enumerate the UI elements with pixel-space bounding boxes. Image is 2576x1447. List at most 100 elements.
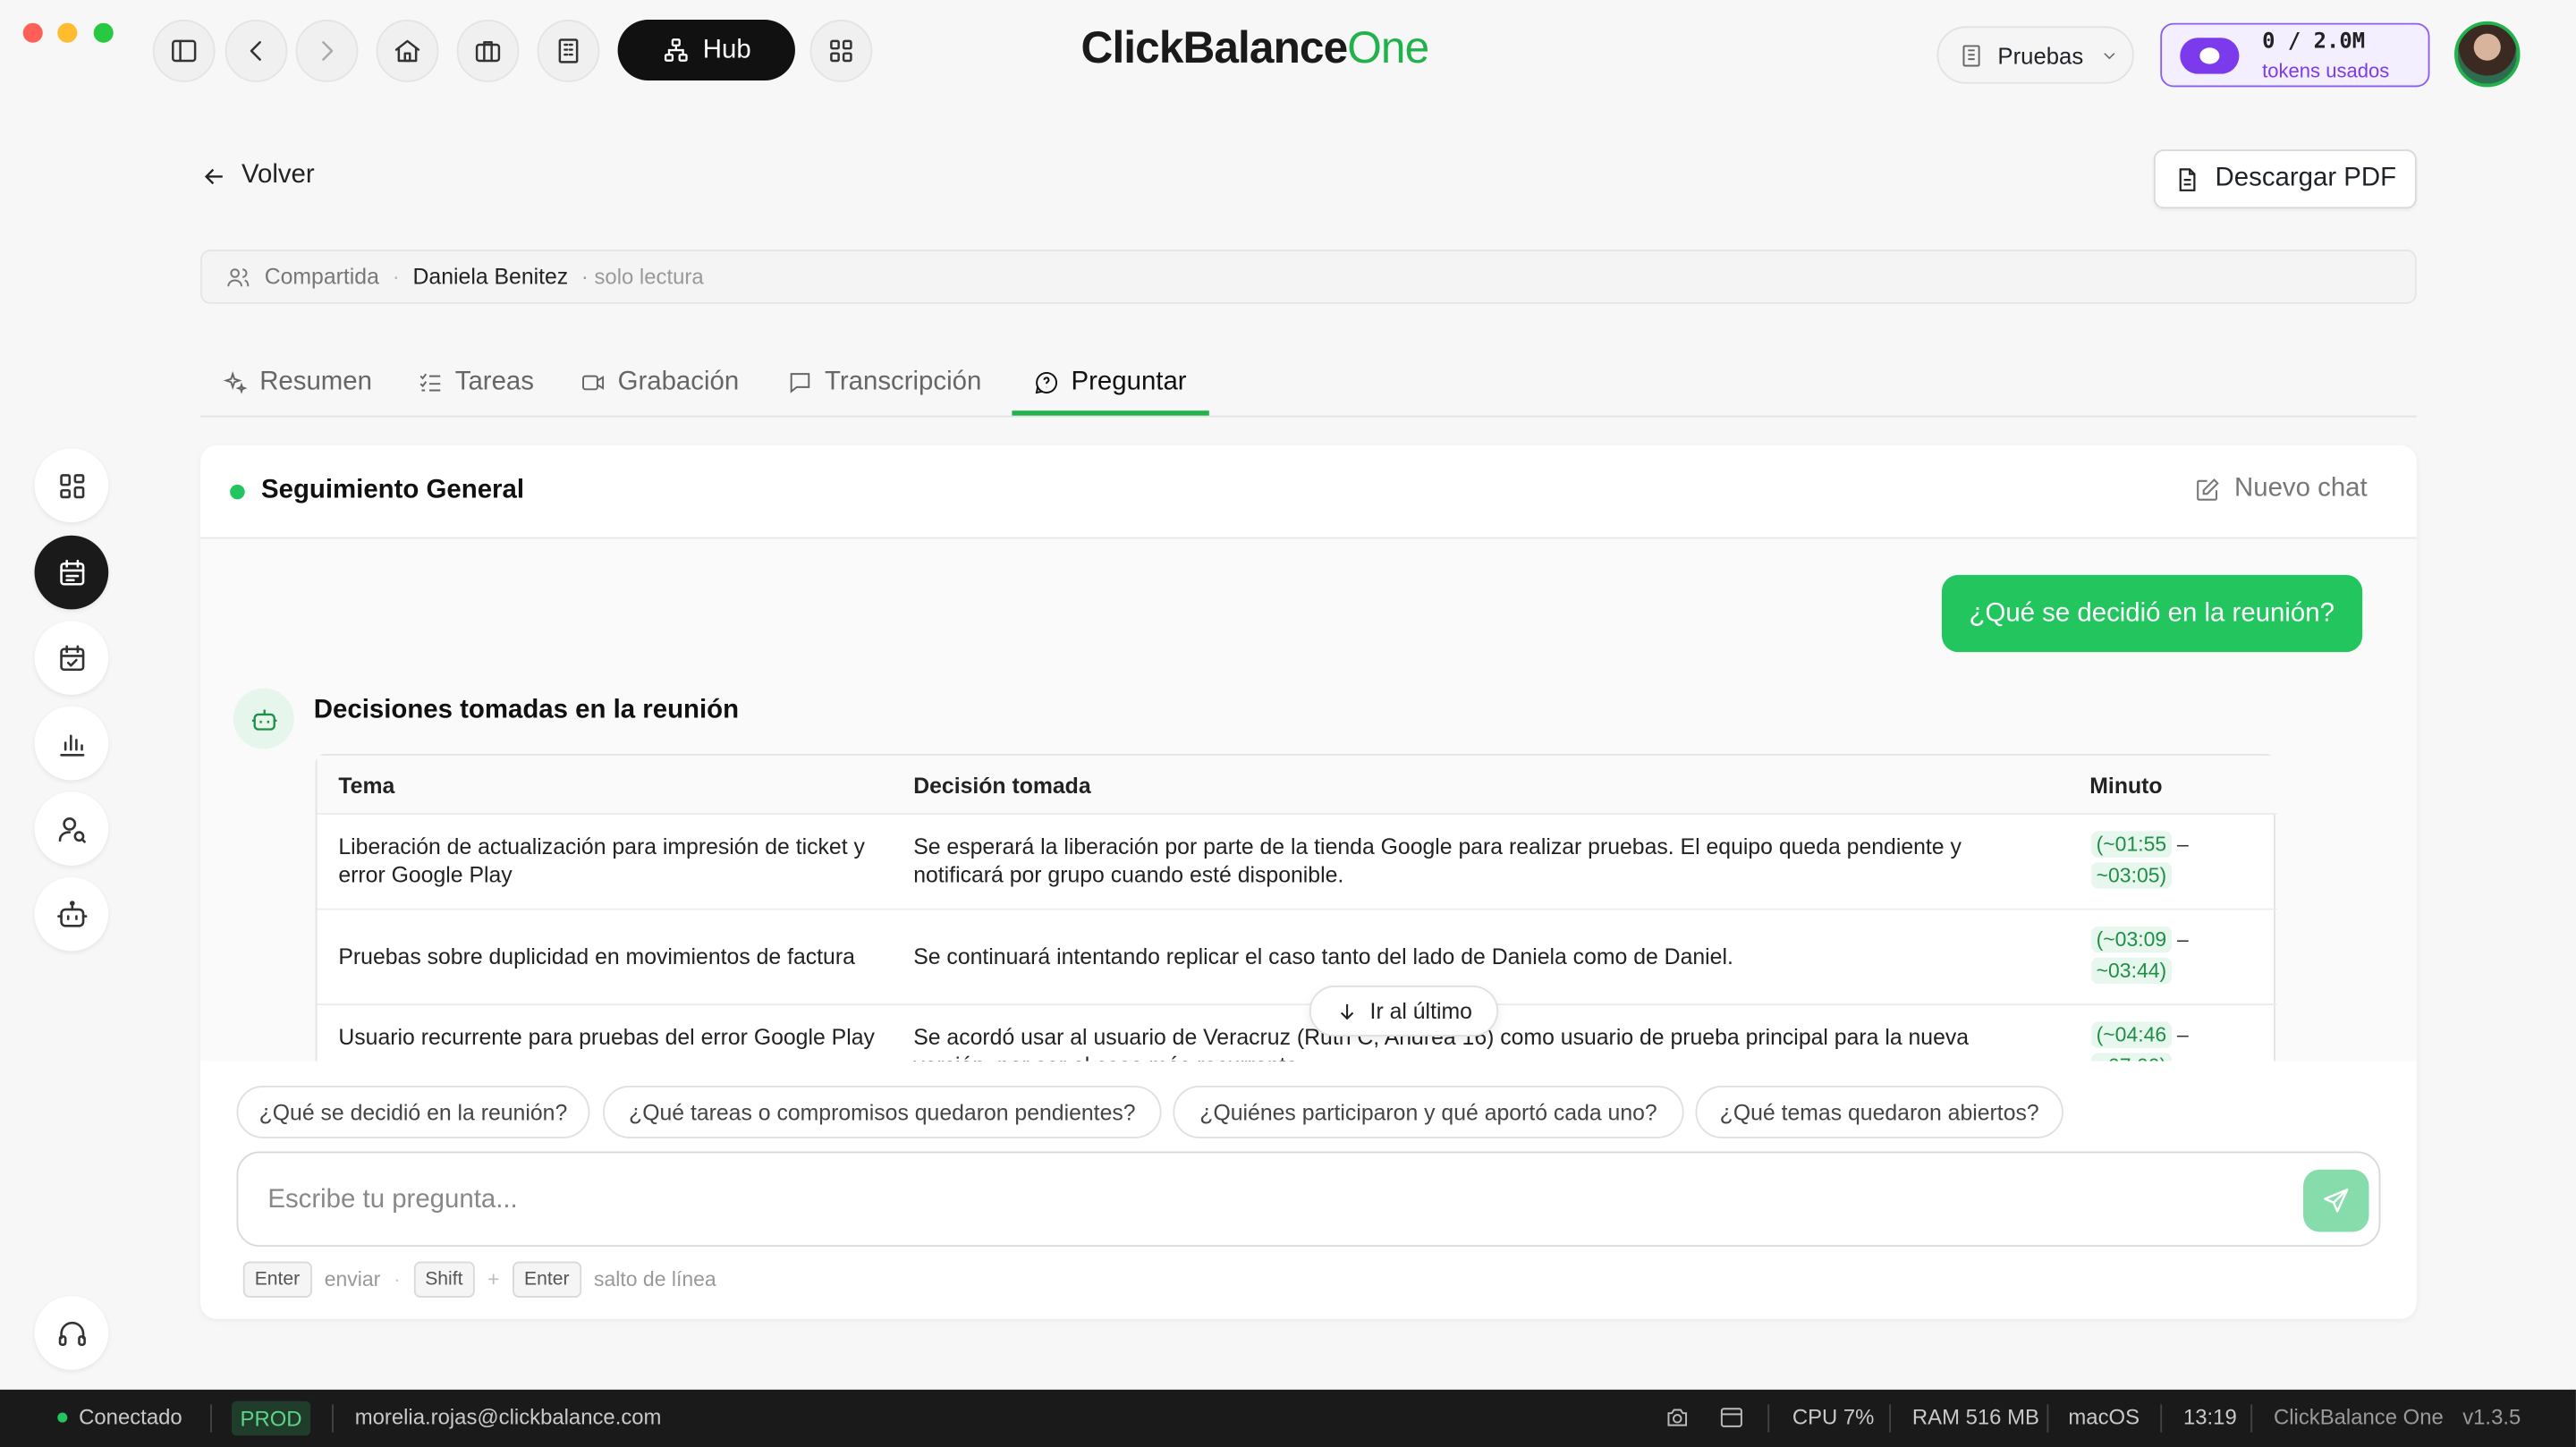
divider [210,1404,212,1433]
back-link[interactable]: Volver [200,161,315,190]
tab-tareas[interactable]: Tareas [418,348,534,417]
rail-assistant[interactable] [34,876,109,952]
bar-chart-icon [59,733,84,756]
apps-grid-button[interactable] [809,20,873,82]
rail-meetings[interactable] [34,535,109,610]
home-button[interactable] [376,20,439,82]
rail-support[interactable] [34,1296,109,1370]
hub-label: Hub [702,35,751,63]
cell-decision: Se continuará intentando replicar el cas… [913,944,1733,969]
logo-main: ClickBalance [1080,22,1349,72]
minimize-window-button[interactable] [57,22,78,43]
camera-icon [1667,1409,1688,1426]
column-header-tema: Tema [338,774,395,799]
timestamp-dash: – [2177,927,2189,952]
window-icon [1720,1408,1742,1427]
building-button[interactable] [537,20,600,82]
scroll-to-last-button[interactable]: Ir al último [1309,986,1499,1037]
suggestion-chip[interactable]: ¿Qué tareas o compromisos quedaron pendi… [603,1086,1162,1138]
tab-resumen-label: Resumen [259,368,372,396]
briefcase-button[interactable] [456,20,520,82]
arrow-down-icon [1340,1003,1353,1020]
message-icon [790,373,810,393]
keyboard-hints: Enter enviar · Shift + Enter salto de lí… [242,1261,716,1298]
app-name: ClickBalance One [2273,1404,2444,1429]
network-icon [664,38,688,62]
send-button[interactable] [2303,1169,2369,1232]
kbd-shift: Shift [413,1261,475,1298]
shared-owner-name: Daniela Benitez [412,264,569,290]
tab-grabacion[interactable]: Grabación [580,348,739,417]
app-version: v1.3.5 [2462,1404,2521,1429]
tab-transcripcion-label: Transcripción [825,368,982,396]
chat-title: Seguimiento General [261,476,524,504]
forward-nav-button[interactable] [295,20,359,82]
workspace-selector[interactable]: Pruebas [1936,26,2134,84]
chat-messages[interactable]: ¿Qué se decidió en la reunión? Decisione… [200,538,2417,1062]
table-row: Pruebas sobre duplicidad en movimientos … [317,910,2277,1006]
building-icon [1962,44,1980,66]
tab-preguntar[interactable]: Preguntar [1033,348,1187,417]
logo-accent: One [1347,22,1429,72]
hub-button[interactable]: Hub [617,20,795,80]
download-pdf-label: Descargar PDF [2215,164,2397,192]
calendar-check-icon [59,644,84,671]
rail-contacts[interactable] [34,791,109,866]
edit-icon [2197,478,2219,500]
tokens-usage-badge[interactable]: 0 / 2.0M tokens usados [2160,22,2430,88]
screenshot-button[interactable] [1665,1404,1690,1435]
timestamp-start[interactable]: (~04:46 [2091,1021,2172,1048]
rail-dashboard[interactable] [34,448,109,523]
tab-resumen[interactable]: Resumen [222,348,372,417]
divider [1767,1404,1770,1433]
video-icon [582,375,605,391]
user-message-bubble: ¿Qué se decidió en la reunión? [1941,574,2363,653]
user-avatar[interactable] [2454,21,2521,88]
new-chat-button[interactable]: Nuevo chat [2193,475,2368,504]
tab-transcripcion[interactable]: Transcripción [787,348,982,417]
toggle-sidebar-button[interactable] [152,20,216,82]
kbd-enter-newline: Enter [513,1261,581,1298]
rail-analytics[interactable] [34,706,109,781]
hint-plus: + [487,1267,500,1291]
grid-icon [830,39,852,63]
shared-mode: · solo lectura [580,264,704,290]
timestamp-start[interactable]: (~01:55 [2091,831,2172,858]
workspace-name: Pruebas [1997,41,2084,69]
cell-tema: Pruebas sobre duplicidad en movimientos … [338,944,855,969]
cell-tema: Liberación de actualización para impresi… [338,834,865,887]
active-tab-indicator [1012,410,1209,416]
timestamp-start[interactable]: (~03:09 [2091,926,2172,953]
suggestion-chip[interactable]: ¿Qué temas quedaron abiertos? [1695,1086,2063,1138]
bot-icon [56,900,87,927]
suggestion-chip[interactable]: ¿Quiénes participaron y qué aportó cada … [1173,1086,1684,1138]
timestamp-end[interactable]: ~07:00) [2091,1053,2172,1062]
chevron-down-icon [2104,52,2115,59]
app-logo: ClickBalanceOne [1080,22,1430,74]
user-search-icon [57,817,85,842]
new-chat-label: Nuevo chat [2234,474,2368,503]
connection-dot [57,1412,68,1423]
rail-calendar[interactable] [34,621,109,695]
download-pdf-button[interactable]: Descargar PDF [2153,149,2417,209]
arrow-left-icon [204,167,223,184]
ram-usage: RAM 516 MB [1911,1404,2039,1429]
back-nav-button[interactable] [225,20,288,82]
zoom-window-button[interactable] [93,22,114,43]
divider [2046,1404,2049,1433]
table-row: Liberación de actualización para impresi… [317,815,2277,910]
table-header-row: Tema Decisión tomada Minuto [317,755,2277,816]
decisions-table: Tema Decisión tomada Minuto Liberación d… [315,754,2277,1062]
shared-label: Compartida [264,264,379,290]
suggestion-chip[interactable]: ¿Qué se decidió en la reunión? [236,1086,590,1138]
cell-minuto: (~01:55 – ~03:05) [2091,830,2189,893]
timestamp-end[interactable]: ~03:05) [2091,862,2172,889]
chevron-left-icon [250,41,261,61]
question-input[interactable] [264,1179,2236,1223]
timestamp-end[interactable]: ~03:44) [2091,957,2172,985]
shared-info-bar: Compartida · Daniela Benitez · solo lect… [200,250,2417,304]
os-name: macOS [2068,1404,2140,1429]
assistant-avatar [233,688,294,749]
close-window-button[interactable] [22,22,43,43]
window-layout-button[interactable] [1718,1404,1744,1435]
